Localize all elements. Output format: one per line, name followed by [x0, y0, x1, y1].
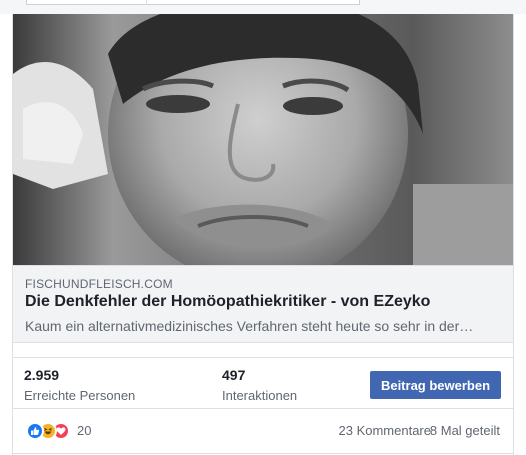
link-preview-box[interactable]: FISCHUNDFLEISCH.COM Die Denkfehler der H…	[13, 265, 513, 343]
link-preview-image[interactable]	[13, 14, 513, 265]
engagement-label: Interaktionen	[222, 388, 298, 403]
reaction-count[interactable]: 20	[77, 423, 91, 438]
comments-count[interactable]: 23 Kommentare	[339, 423, 432, 438]
link-description: Kaum ein alternativmedizinisches Verfahr…	[25, 318, 474, 334]
card-border-right	[513, 14, 514, 455]
card-spacer	[13, 343, 513, 357]
bottom-divider	[13, 453, 513, 454]
engagement-stat: 497 Interaktionen	[222, 367, 297, 403]
top-input-edge	[26, 0, 360, 5]
top-input-divider	[146, 0, 147, 5]
reach-value: 2.959	[24, 367, 60, 383]
reach-label: Erreichte Personen	[24, 388, 136, 403]
post-insights: 2.959 Erreichte Personen 497 Interaktion…	[13, 357, 513, 409]
shares-count[interactable]: 8 Mal geteilt	[430, 423, 500, 438]
link-domain: FISCHUNDFLEISCH.COM	[25, 277, 173, 291]
like-icon	[26, 422, 44, 440]
reactions-row: 20 23 Kommentare 8 Mal geteilt	[13, 409, 513, 453]
boost-post-button[interactable]: Beitrag bewerben	[370, 371, 501, 399]
reach-stat: 2.959 Erreichte Personen	[24, 367, 135, 403]
engagement-value: 497	[222, 367, 246, 383]
link-title[interactable]: Die Denkfehler der Homöopathiekritiker -…	[25, 293, 505, 311]
